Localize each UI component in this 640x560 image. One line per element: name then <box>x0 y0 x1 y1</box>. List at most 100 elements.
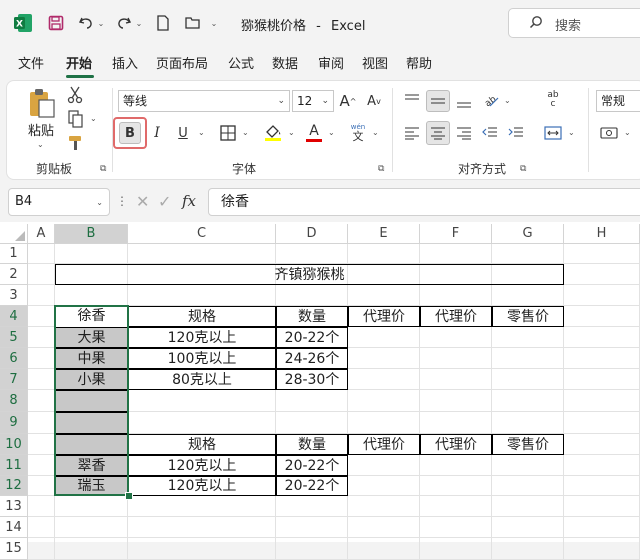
tab-formulas[interactable]: 公式 <box>228 53 254 72</box>
grid-cell[interactable] <box>128 390 276 412</box>
column-header-E[interactable]: E <box>348 224 420 244</box>
enter-check-icon[interactable]: ✓ <box>158 192 171 211</box>
save-icon[interactable] <box>46 13 66 33</box>
borders-icon[interactable] <box>218 123 238 143</box>
align-center-icon[interactable] <box>426 121 450 145</box>
cell-C4[interactable]: 规格 <box>128 306 276 327</box>
grid-cell[interactable] <box>28 348 55 369</box>
tab-review[interactable]: 审阅 <box>318 53 344 72</box>
grid-cell[interactable] <box>55 517 128 538</box>
merge-center-icon[interactable] <box>542 123 564 143</box>
format-painter-icon[interactable] <box>66 134 86 152</box>
grid-cell[interactable] <box>276 517 348 538</box>
cell-B4-active[interactable]: 徐香 <box>56 307 127 327</box>
cell-C10[interactable]: 规格 <box>128 434 276 455</box>
grid-cell[interactable] <box>420 390 492 412</box>
row-header-12[interactable]: 12 <box>0 476 28 496</box>
accounting-format-icon[interactable] <box>598 123 620 143</box>
tab-data[interactable]: 数据 <box>272 53 298 72</box>
increase-indent-icon[interactable] <box>506 123 526 143</box>
cell-F4[interactable]: 代理价 <box>420 306 492 327</box>
grid-cell[interactable] <box>128 496 276 517</box>
borders-dropdown-icon[interactable]: ⌄ <box>242 128 249 137</box>
grid-cell[interactable] <box>564 285 640 306</box>
cell-C12[interactable]: 120克以上 <box>128 476 276 496</box>
grid-cell[interactable] <box>564 306 640 327</box>
row-header-13[interactable]: 13 <box>0 496 28 517</box>
grid-cell[interactable] <box>28 244 55 264</box>
wrap-text-icon[interactable]: ab c <box>542 88 564 112</box>
grid-cell[interactable] <box>564 538 640 560</box>
row-header-2[interactable]: 2 <box>0 264 28 285</box>
grid-cell[interactable] <box>420 327 492 348</box>
underline-dropdown-icon[interactable]: ⌄ <box>198 128 205 137</box>
tab-view[interactable]: 视图 <box>362 53 388 72</box>
align-middle-icon[interactable] <box>426 90 450 112</box>
grid-cell[interactable] <box>128 538 276 560</box>
grid-cell[interactable] <box>348 390 420 412</box>
cell-D12[interactable]: 20-22个 <box>276 476 348 496</box>
grid-cell[interactable] <box>564 327 640 348</box>
grid-cell[interactable] <box>276 412 348 434</box>
grid-cell[interactable] <box>28 264 55 285</box>
grid-cell[interactable] <box>492 476 564 496</box>
grid-cell[interactable] <box>28 285 55 306</box>
grid-cell[interactable] <box>348 517 420 538</box>
redo-dropdown-icon[interactable]: ⌄ <box>134 13 144 33</box>
alignment-launcher-icon[interactable]: ⧉ <box>520 164 526 174</box>
cell-B6[interactable]: 中果 <box>55 348 128 369</box>
cut-icon[interactable] <box>66 86 84 104</box>
new-file-icon[interactable] <box>153 13 173 33</box>
grid-cell[interactable] <box>28 412 55 434</box>
grid-cell[interactable] <box>348 455 420 476</box>
grid-cell[interactable] <box>420 285 492 306</box>
row-header-8[interactable]: 8 <box>0 390 28 412</box>
decrease-font-size-button[interactable]: Av <box>364 90 384 112</box>
cell-B11[interactable]: 翠香 <box>55 455 128 476</box>
grid-cell[interactable] <box>348 496 420 517</box>
name-box-dropdown-icon[interactable]: ⌄ <box>96 190 103 216</box>
open-folder-icon[interactable] <box>183 13 203 33</box>
grid-cell[interactable] <box>28 327 55 348</box>
cell-C7[interactable]: 80克以上 <box>128 369 276 390</box>
grid-cell[interactable] <box>564 496 640 517</box>
align-left-icon[interactable] <box>402 123 422 143</box>
column-header-F[interactable]: F <box>420 224 492 244</box>
accounting-dropdown-icon[interactable]: ⌄ <box>624 128 631 137</box>
grid-cell[interactable] <box>564 517 640 538</box>
grid-cell[interactable] <box>564 390 640 412</box>
search-box[interactable]: 搜索 <box>508 8 640 38</box>
column-header-A[interactable]: A <box>28 224 55 244</box>
grid-cell[interactable] <box>420 455 492 476</box>
grid-cell[interactable] <box>128 285 276 306</box>
bold-button[interactable]: B <box>119 122 141 144</box>
decrease-indent-icon[interactable] <box>480 123 500 143</box>
grid-cell[interactable] <box>492 496 564 517</box>
grid-cell[interactable] <box>348 538 420 560</box>
paste-dropdown-icon[interactable]: ⌄ <box>37 140 44 149</box>
grid-cell[interactable] <box>276 538 348 560</box>
cell-B7[interactable]: 小果 <box>55 369 128 390</box>
row-header-15[interactable]: 15 <box>0 538 28 560</box>
grid-cell[interactable] <box>276 244 348 264</box>
grid-cell[interactable] <box>28 517 55 538</box>
row-header-4[interactable]: 4 <box>0 306 28 327</box>
grid-cell[interactable] <box>420 369 492 390</box>
phonetic-dropdown-icon[interactable]: ⌄ <box>372 128 379 137</box>
copy-icon[interactable] <box>66 110 86 128</box>
paste-icon[interactable] <box>26 86 58 120</box>
tab-help[interactable]: 帮助 <box>406 53 432 72</box>
grid-cell[interactable] <box>276 496 348 517</box>
grid-cell[interactable] <box>28 306 55 327</box>
grid-cell[interactable] <box>564 412 640 434</box>
grid-cell[interactable] <box>55 244 128 264</box>
grid-cell[interactable] <box>564 369 640 390</box>
italic-button[interactable]: I <box>148 123 166 143</box>
grid-cell[interactable] <box>564 264 640 285</box>
grid-cell[interactable] <box>492 517 564 538</box>
row-header-9[interactable]: 9 <box>0 412 28 434</box>
cell-G4[interactable]: 零售价 <box>492 306 564 327</box>
grid-cell[interactable] <box>276 285 348 306</box>
underline-button[interactable]: U <box>172 123 194 143</box>
row-header-1[interactable]: 1 <box>0 244 28 264</box>
